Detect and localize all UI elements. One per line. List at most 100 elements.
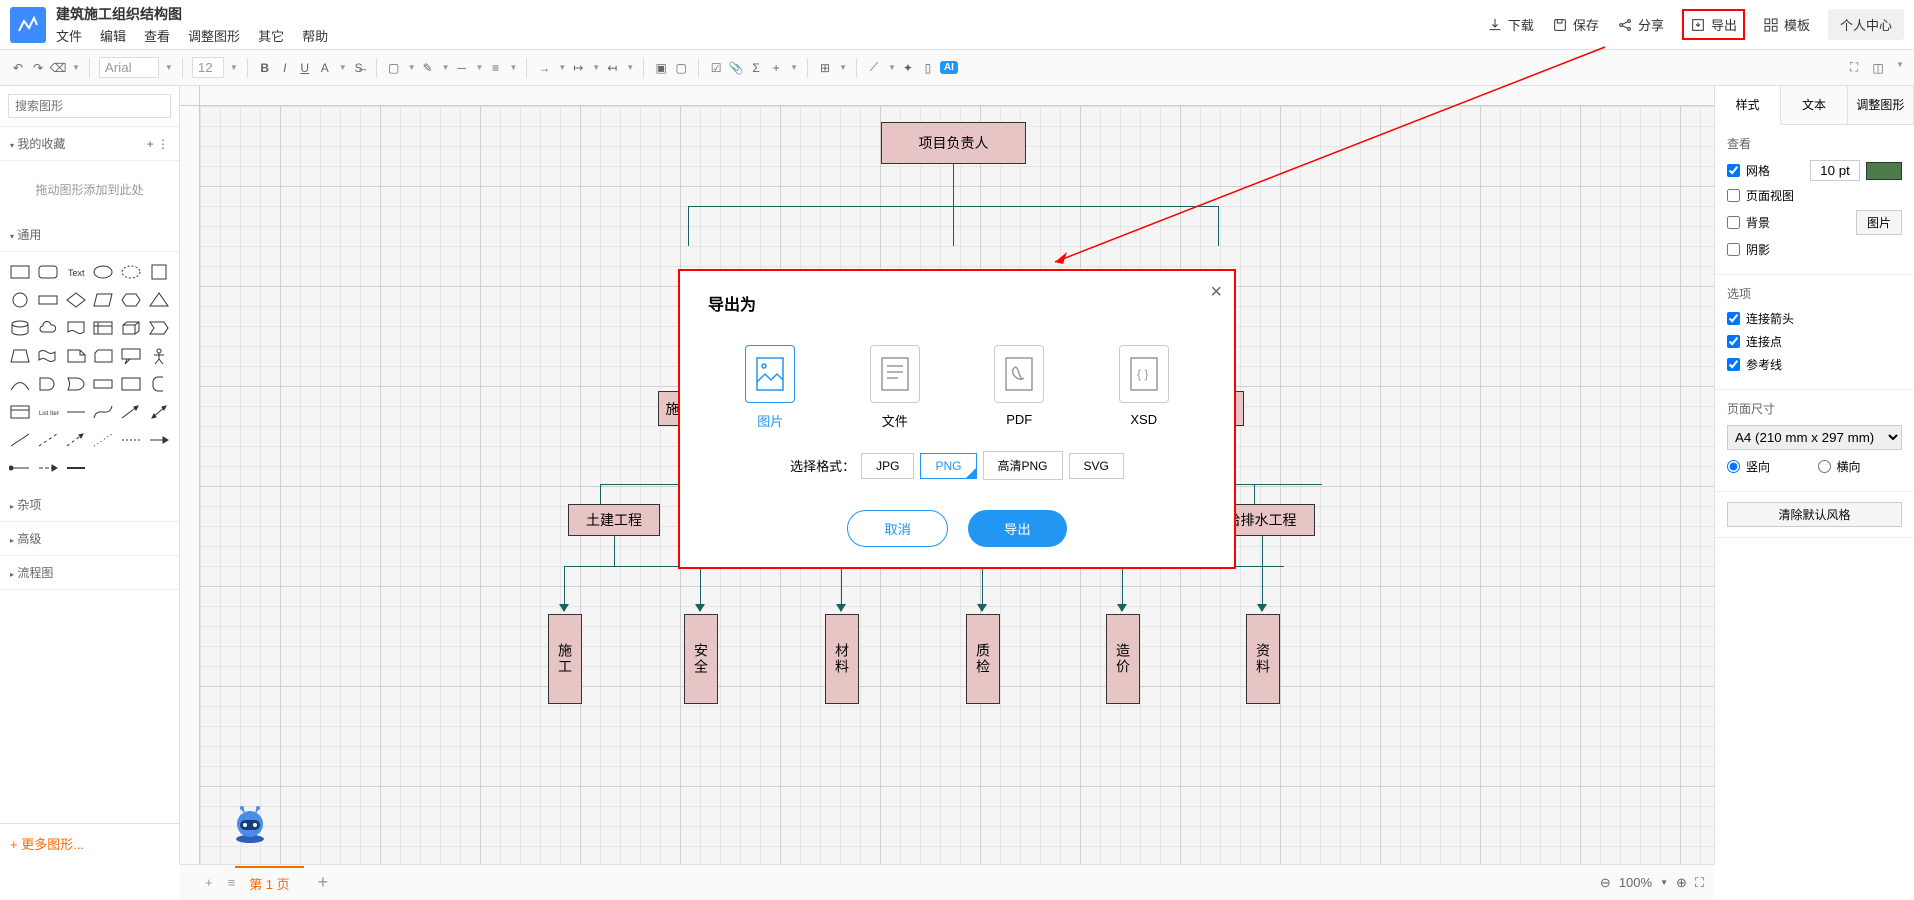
conn-point-checkbox[interactable] <box>1727 335 1740 348</box>
shape-line-plain[interactable] <box>8 428 32 452</box>
flowchart-section[interactable]: ▸ 流程图 <box>0 556 179 590</box>
line-style-icon[interactable]: ─ <box>454 60 470 76</box>
export-type-xsd[interactable]: { } XSD <box>1119 345 1169 431</box>
save-button[interactable]: 保存 <box>1552 15 1599 34</box>
template-button[interactable]: 模板 <box>1763 15 1810 34</box>
landscape-radio[interactable] <box>1818 460 1831 473</box>
ai-button[interactable]: AI <box>940 61 958 74</box>
shape-bidirectional[interactable] <box>147 400 171 424</box>
menu-help[interactable]: 帮助 <box>302 26 328 45</box>
page-size-select[interactable]: A4 (210 mm x 297 mm) <box>1727 425 1902 450</box>
zoom-out-icon[interactable]: ⊖ <box>1600 875 1611 891</box>
shape-circle[interactable] <box>8 288 32 312</box>
download-button[interactable]: 下载 <box>1487 15 1534 34</box>
to-front-icon[interactable]: ▣ <box>653 60 669 76</box>
shape-arrow-line[interactable] <box>119 400 143 424</box>
background-checkbox[interactable] <box>1727 216 1740 229</box>
favorites-section[interactable]: ▾ 我的收藏 + ⋮ <box>0 127 179 161</box>
redo-icon[interactable]: ↷ <box>30 60 46 76</box>
format-png[interactable]: PNG <box>920 453 976 479</box>
clear-format-icon[interactable]: ⟋ <box>866 60 882 76</box>
page-menu-icon[interactable]: ≡ <box>228 875 236 890</box>
background-image-button[interactable]: 图片 <box>1856 210 1902 235</box>
fit-screen-icon[interactable]: ⛶ <box>1695 875 1704 891</box>
shape-document[interactable] <box>64 316 88 340</box>
conn-arrow-checkbox[interactable] <box>1727 312 1740 325</box>
shape-diamond[interactable] <box>64 288 88 312</box>
shadow-checkbox[interactable] <box>1727 243 1740 256</box>
shape-connector4[interactable] <box>36 456 60 480</box>
bold-icon[interactable]: B <box>257 60 273 76</box>
shape-cube[interactable] <box>119 316 143 340</box>
node-cost[interactable]: 造价 <box>1106 614 1140 704</box>
add-page-left[interactable]: + <box>190 875 228 890</box>
export-type-image[interactable]: 图片 <box>745 345 795 431</box>
grid-size-input[interactable] <box>1810 160 1860 181</box>
export-type-file[interactable]: 文件 <box>870 345 920 431</box>
format-painter-icon[interactable]: ⌫ <box>50 60 66 76</box>
search-shapes-input[interactable] <box>8 94 171 118</box>
to-back-icon[interactable]: ▢ <box>673 60 689 76</box>
shape-trapezoid[interactable] <box>8 344 32 368</box>
shape-hline[interactable] <box>64 400 88 424</box>
shape-callout[interactable] <box>119 344 143 368</box>
tab-style[interactable]: 样式 <box>1715 86 1781 125</box>
misc-section[interactable]: ▸ 杂项 <box>0 488 179 522</box>
shape-note[interactable] <box>64 344 88 368</box>
format-hdpng[interactable]: 高清PNG <box>983 451 1063 480</box>
shape-internal-storage[interactable] <box>92 316 116 340</box>
tab-adjust[interactable]: 调整图形 <box>1848 86 1914 124</box>
grid-checkbox[interactable] <box>1727 164 1740 177</box>
shape-curve[interactable] <box>8 372 32 396</box>
shape-or[interactable] <box>64 372 88 396</box>
menu-view[interactable]: 查看 <box>144 26 170 45</box>
font-color-icon[interactable]: A <box>317 60 333 76</box>
shape-triangle[interactable] <box>147 288 171 312</box>
assistant-bot-icon[interactable] <box>230 804 270 844</box>
tab-text[interactable]: 文本 <box>1781 86 1847 124</box>
shape-text[interactable]: Text <box>64 260 88 284</box>
shape-process[interactable] <box>36 288 60 312</box>
guide-checkbox[interactable] <box>1727 358 1740 371</box>
arrow-end-icon[interactable]: ↤ <box>604 60 620 76</box>
effects-icon[interactable]: ✦ <box>900 60 916 76</box>
document-title[interactable]: 建筑施工组织结构图 <box>56 4 328 24</box>
shape-cylinder[interactable] <box>8 316 32 340</box>
shape-data-store[interactable] <box>92 372 116 396</box>
shape-and[interactable] <box>36 372 60 396</box>
shape-connector5[interactable] <box>64 456 88 480</box>
underline-icon[interactable]: U <box>297 60 313 76</box>
node-safety[interactable]: 安全 <box>684 614 718 704</box>
confirm-export-button[interactable]: 导出 <box>968 510 1067 547</box>
general-section[interactable]: ▾ 通用 <box>0 218 179 252</box>
menu-adjust[interactable]: 调整图形 <box>188 26 240 45</box>
page-tab-1[interactable]: 第 1 页 <box>235 866 303 899</box>
arrow-start-icon[interactable]: ↦ <box>570 60 586 76</box>
app-logo[interactable] <box>10 7 46 43</box>
panel-toggle-icon[interactable]: ◫ <box>1870 60 1886 76</box>
add-favorite-icon[interactable]: + ⋮ <box>147 137 169 151</box>
more-shapes-button[interactable]: + 更多图形... <box>10 837 84 852</box>
font-size-input[interactable] <box>192 57 224 78</box>
shape-container[interactable] <box>119 372 143 396</box>
shape-rounded-rect[interactable] <box>36 260 60 284</box>
zoom-in-icon[interactable]: ⊕ <box>1676 875 1687 891</box>
shape-cloud[interactable] <box>36 316 60 340</box>
line-color-icon[interactable]: ✎ <box>420 60 436 76</box>
cancel-button[interactable]: 取消 <box>847 510 948 547</box>
shape-list[interactable] <box>8 400 32 424</box>
format-svg[interactable]: SVG <box>1069 453 1124 479</box>
user-center-button[interactable]: 个人中心 <box>1828 9 1904 40</box>
line-width-icon[interactable]: ≡ <box>487 60 503 76</box>
zoom-level[interactable]: 100% <box>1619 875 1652 890</box>
insert-icon[interactable]: + <box>768 60 784 76</box>
shape-square[interactable] <box>147 260 171 284</box>
shape-bracket[interactable] <box>147 372 171 396</box>
export-button[interactable]: 导出 <box>1682 9 1745 40</box>
node-data[interactable]: 资料 <box>1246 614 1280 704</box>
link-icon[interactable]: 📎 <box>728 60 744 76</box>
menu-edit[interactable]: 编辑 <box>100 26 126 45</box>
shape-rect[interactable] <box>8 260 32 284</box>
pageview-checkbox[interactable] <box>1727 189 1740 202</box>
strikethrough-icon[interactable]: S̶ <box>351 60 367 76</box>
